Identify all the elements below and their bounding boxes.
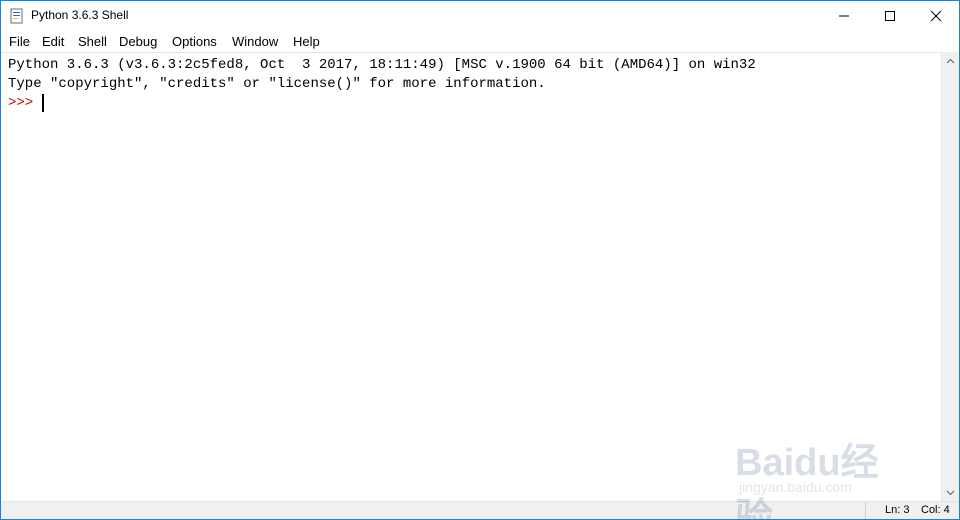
maximize-icon xyxy=(885,11,895,21)
prompt-line: >>> xyxy=(8,94,42,113)
menu-window[interactable]: Window xyxy=(232,34,278,49)
status-divider xyxy=(865,502,866,519)
menu-options[interactable]: Options xyxy=(172,34,217,49)
idle-shell-window: Python 3.6.3 Shell File Edit Shell Debug… xyxy=(0,0,960,520)
python-idle-icon[interactable] xyxy=(10,8,24,24)
menu-bar: File Edit Shell Debug Options Window Hel… xyxy=(1,31,959,51)
chevron-down-icon xyxy=(946,490,955,495)
scroll-up-button[interactable] xyxy=(942,52,959,69)
close-icon xyxy=(930,10,942,22)
menu-debug[interactable]: Debug xyxy=(119,34,157,49)
minimize-button[interactable] xyxy=(821,1,867,31)
output-line-version: Python 3.6.3 (v3.6.3:2c5fed8, Oct 3 2017… xyxy=(8,57,756,73)
scroll-down-button[interactable] xyxy=(942,484,959,501)
menu-shell[interactable]: Shell xyxy=(78,34,107,49)
window-title: Python 3.6.3 Shell xyxy=(31,8,129,22)
close-button[interactable] xyxy=(913,1,959,31)
status-line-number: Ln: 3 xyxy=(885,504,910,516)
vertical-scrollbar[interactable] xyxy=(941,52,959,501)
maximize-button[interactable] xyxy=(867,1,913,31)
text-cursor xyxy=(42,94,44,112)
menu-file[interactable]: File xyxy=(9,34,30,49)
minimize-icon xyxy=(839,15,849,17)
title-bar[interactable]: Python 3.6.3 Shell xyxy=(1,1,959,31)
menu-help[interactable]: Help xyxy=(293,34,320,49)
shell-prompt: >>> xyxy=(8,95,42,111)
output-line-info: Type "copyright", "credits" or "license(… xyxy=(8,76,546,92)
status-column-number: Col: 4 xyxy=(921,504,950,516)
chevron-up-icon xyxy=(946,58,955,63)
shell-text-area[interactable]: Python 3.6.3 (v3.6.3:2c5fed8, Oct 3 2017… xyxy=(1,52,941,502)
status-bar: Ln: 3 Col: 4 xyxy=(1,501,959,519)
menu-edit[interactable]: Edit xyxy=(42,34,64,49)
